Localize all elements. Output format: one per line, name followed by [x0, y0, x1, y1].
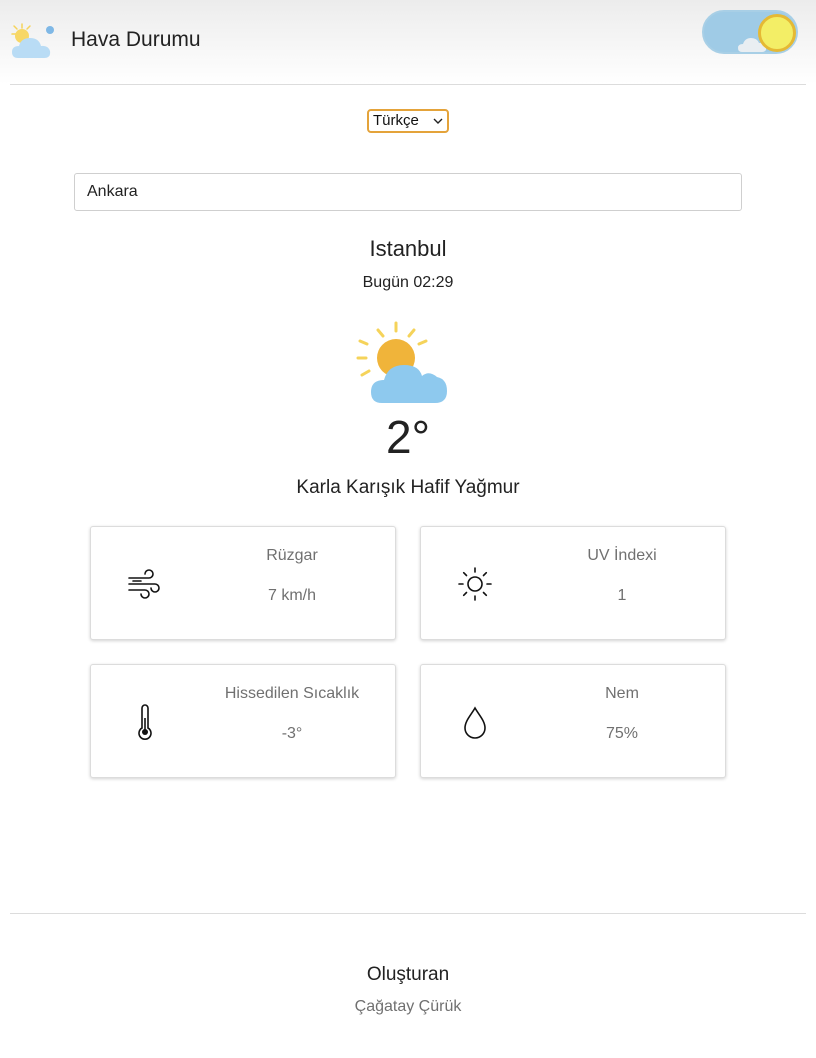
wind-card: Rüzgar 7 km/h [90, 526, 396, 640]
app-title: Hava Durumu [71, 28, 201, 51]
weather-condition: Karla Karışık Hafif Yağmur [296, 477, 520, 498]
language-select[interactable]: Türkçe [367, 109, 449, 133]
wind-value: 7 km/h [267, 587, 316, 604]
footer-title: Oluşturan [366, 964, 450, 985]
wind-icon [128, 569, 160, 599]
app-header: Hava Durumu [0, 0, 816, 84]
wind-label: Rüzgar [266, 547, 318, 564]
humidity-label: Nem [605, 685, 639, 702]
thermometer-icon [138, 704, 152, 740]
toggle-knob [758, 14, 796, 52]
sun-cloud-moon-icon [11, 23, 54, 58]
sun-icon [458, 567, 492, 601]
header-divider [10, 84, 806, 85]
feels-like-card: Hissedilen Sıcaklık -3° [90, 664, 396, 778]
humidity-card: Nem 75% [420, 664, 726, 778]
theme-toggle[interactable] [702, 10, 798, 54]
city-name: Istanbul [369, 236, 447, 261]
chevron-down-icon [433, 118, 443, 124]
footer-author: Çağatay Çürük [354, 998, 462, 1015]
date-time: Bugün 02:29 [362, 274, 454, 291]
city-search-input[interactable] [74, 173, 742, 211]
uv-index-value: 1 [617, 587, 627, 604]
humidity-value: 75% [605, 725, 639, 742]
sun-behind-cloud-icon [356, 321, 447, 403]
feels-like-label: Hissedilen Sıcaklık [224, 685, 360, 702]
uv-index-label: UV İndexi [587, 547, 657, 564]
language-selected: Türkçe [373, 112, 419, 129]
uv-index-card: UV İndexi 1 [420, 526, 726, 640]
droplet-icon [464, 706, 486, 739]
temperature: 2° [386, 411, 430, 463]
feels-like-value: -3° [281, 725, 303, 742]
footer-divider [10, 913, 806, 914]
